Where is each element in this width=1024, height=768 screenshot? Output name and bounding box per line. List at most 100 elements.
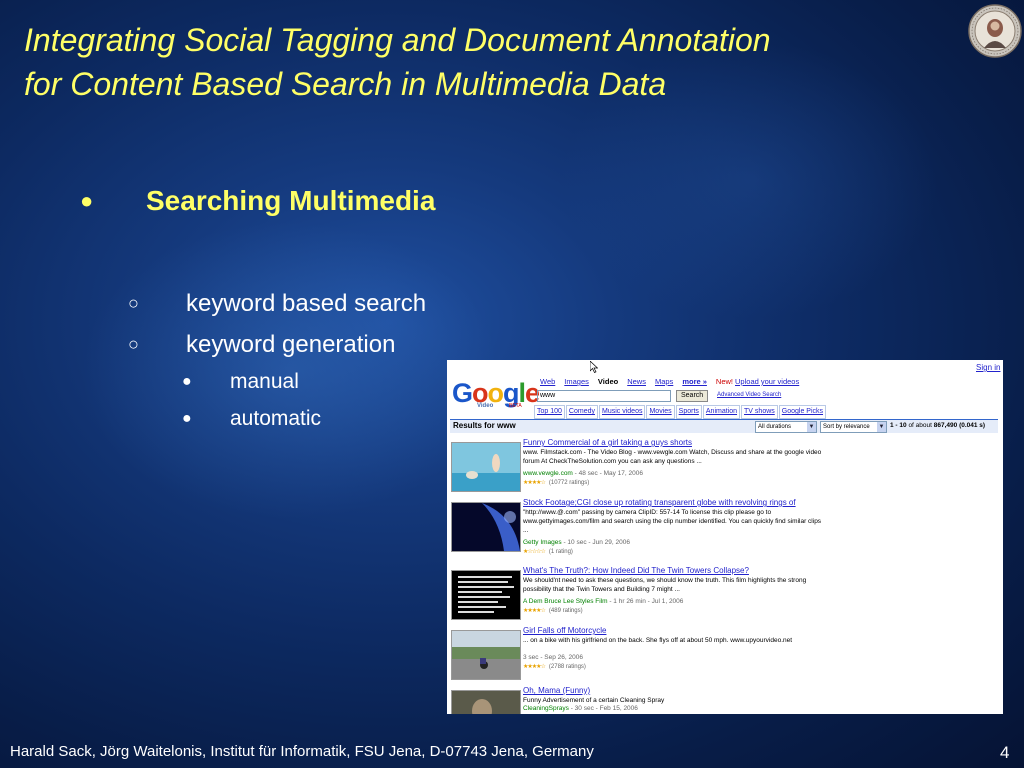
sort-select[interactable]: Sort by relevance ▼ xyxy=(820,421,887,433)
duration-select-value: All durations xyxy=(758,424,792,430)
nav-bar: Web Images Video News Maps more » New! Upload y… xyxy=(540,377,808,386)
star-rating-icon: ★★★★☆ xyxy=(523,480,546,486)
video-result-rating: ★☆☆☆☆ (1 rating) xyxy=(523,548,573,555)
video-result: Oh, Mama (Funny) Funny Advertisement of … xyxy=(450,686,1000,714)
video-result-snippet: ... on a bike with his girlfriend on the… xyxy=(523,637,793,644)
slide-title: Integrating Social Tagging and Document … xyxy=(24,18,944,106)
rating-count: (489 ratings) xyxy=(548,608,583,614)
sub-sub-bullet: ● manual xyxy=(182,369,299,395)
search-input[interactable]: www xyxy=(537,390,671,402)
video-thumbnail[interactable] xyxy=(451,442,521,492)
nav-news[interactable]: News xyxy=(627,377,646,386)
tab-movies[interactable]: Movies xyxy=(646,405,675,419)
stats-time: (0.041 s) xyxy=(959,422,986,429)
results-label: Results for www xyxy=(453,421,516,430)
video-result-title[interactable]: Stock Footage;CGI close up rotating tran… xyxy=(523,498,796,507)
video-result: Stock Footage;CGI close up rotating tran… xyxy=(450,498,1000,560)
tab-tv-shows[interactable]: TV shows xyxy=(741,405,778,419)
stats-total: 867,490 xyxy=(933,422,958,429)
video-result: Funny Commercial of a girl taking a guys… xyxy=(450,438,1000,500)
video-result-rating: ★★★★☆ (489 ratings) xyxy=(523,607,583,614)
rating-count: (2788 ratings) xyxy=(548,664,586,670)
page-number: 4 xyxy=(1000,743,1010,762)
stats-of: of about xyxy=(908,422,932,429)
sub-sub-bullet: ● automatic xyxy=(182,406,321,432)
slide-title-line1: Integrating Social Tagging and Document … xyxy=(24,22,771,58)
nav-web[interactable]: Web xyxy=(540,377,555,386)
sub-sub-bullet-text: manual xyxy=(230,370,299,393)
sub-bullet: ○ keyword based search xyxy=(128,288,426,319)
video-result-rating: ★★★★☆ (10772 ratings) xyxy=(523,479,589,486)
tab-top-100[interactable]: Top 100 xyxy=(534,405,565,419)
video-result-duration: 3 sec - Sep 26, 2006 xyxy=(523,654,583,661)
nav-maps[interactable]: Maps xyxy=(655,377,673,386)
video-result-rating: ★★★★☆ (2788 ratings) xyxy=(523,663,586,670)
sub-bullet-text: keyword based search xyxy=(186,290,427,317)
video-result-title[interactable]: Funny Commercial of a girl taking a guys… xyxy=(523,438,692,447)
star-rating-icon: ★★★★☆ xyxy=(523,608,546,614)
new-badge: New! xyxy=(715,377,734,386)
video-thumbnail[interactable] xyxy=(451,502,521,552)
tab-comedy[interactable]: Comedy xyxy=(565,405,598,419)
video-result-meta: A Dem Bruce Lee Styles Film - 1 hr 26 mi… xyxy=(523,598,683,605)
video-result-title[interactable]: Oh, Mama (Funny) xyxy=(523,686,590,695)
bullet-marker: ● xyxy=(80,188,94,213)
footer-credits: Harald Sack, Jörg Waitelonis, Institut f… xyxy=(10,743,594,760)
video-result-source: www.vewgle.com xyxy=(523,470,573,477)
nav-images[interactable]: Images xyxy=(564,377,589,386)
video-result: Girl Falls off Motorcycle ... on a bike … xyxy=(450,626,1000,688)
sign-in-link[interactable]: Sign in xyxy=(976,363,1000,372)
nav-video: Video xyxy=(597,377,619,386)
sub-sub-bullet-text: automatic xyxy=(230,407,322,430)
chevron-down-icon: ▼ xyxy=(807,422,816,432)
nav-more[interactable]: more » xyxy=(682,377,707,386)
video-result-meta: CleaningSprays - 30 sec - Feb 15, 2006 xyxy=(523,705,638,712)
star-rating-icon: ★☆☆☆☆ xyxy=(523,549,546,555)
video-result-duration: - 30 sec - Feb 15, 2006 xyxy=(568,705,638,712)
video-result-duration: - 48 sec - May 17, 2006 xyxy=(572,470,643,477)
result-stats: 1 - 10 of about 867,490 (0.041 s) xyxy=(890,422,985,429)
video-result-source: A Dem Bruce Lee Styles Film xyxy=(523,598,608,605)
video-result-title[interactable]: What's The Truth?: How Indeed Did The Tw… xyxy=(523,566,749,575)
university-seal-icon xyxy=(968,4,1022,58)
tab-music-videos[interactable]: Music videos xyxy=(599,405,646,419)
video-thumbnail[interactable] xyxy=(451,570,521,620)
tab-google-picks[interactable]: Google Picks xyxy=(778,405,827,419)
logo-beta: BETA xyxy=(509,403,522,409)
video-thumbnail[interactable] xyxy=(451,630,521,680)
google-video-screenshot: Sign in Google Video BETA Web Images Video… xyxy=(447,360,1003,714)
video-result-snippet: We should'nt need to ask these questions… xyxy=(523,577,807,593)
video-result-meta: www.vewgle.com - 48 sec - May 17, 2006 xyxy=(523,470,643,477)
slide-title-line2: for Content Based Search in Multimedia D… xyxy=(24,66,667,102)
chevron-down-icon: ▼ xyxy=(877,422,886,432)
star-rating-icon: ★★★★☆ xyxy=(523,664,546,670)
duration-select[interactable]: All durations ▼ xyxy=(755,421,817,433)
upload-videos-link[interactable]: Upload your videos xyxy=(735,377,799,386)
video-result-duration: - 1 hr 26 min - Jul 1, 2006 xyxy=(607,598,684,605)
video-result-snippet: "http://www.@.com" passing by camera Cli… xyxy=(523,509,822,534)
video-thumbnail[interactable] xyxy=(451,690,521,714)
mouse-cursor-icon xyxy=(590,361,598,373)
tab-animation[interactable]: Animation xyxy=(702,405,741,419)
sub-bullet: ○ keyword generation xyxy=(128,329,395,360)
video-result: What's The Truth?: How Indeed Did The Tw… xyxy=(450,566,1000,628)
bullet-searching-multimedia: ● Searching Multimedia xyxy=(80,182,435,220)
video-result-snippet: Funny Advertisement of a certain Cleanin… xyxy=(523,697,665,704)
results-bar: Results for www All durations ▼ Sort by r… xyxy=(450,419,998,433)
tab-sports[interactable]: Sports xyxy=(675,405,702,419)
video-result-snippet: www. Filmstack.com - The Video Blog - ww… xyxy=(523,449,822,465)
bullet-marker: ● xyxy=(182,373,192,390)
stats-range: 1 - 10 xyxy=(890,422,907,429)
rating-count: (10772 ratings) xyxy=(548,480,590,486)
sub-bullet-text: keyword generation xyxy=(186,331,396,358)
video-result-meta: Getty Images - 10 sec - Jun 29, 2006 xyxy=(523,539,630,546)
video-result-meta: 3 sec - Sep 26, 2006 xyxy=(523,654,583,661)
google-logo: Google xyxy=(452,378,540,408)
video-result-duration: - 10 sec - Jun 29, 2006 xyxy=(561,539,630,546)
search-button[interactable]: Search xyxy=(676,390,709,402)
bullet-marker: ● xyxy=(182,410,192,427)
bullet-text: Searching Multimedia xyxy=(146,185,436,216)
advanced-search-link[interactable]: Advanced Video Search xyxy=(717,392,781,398)
video-result-source: CleaningSprays xyxy=(523,705,569,712)
video-result-title[interactable]: Girl Falls off Motorcycle xyxy=(523,626,606,635)
